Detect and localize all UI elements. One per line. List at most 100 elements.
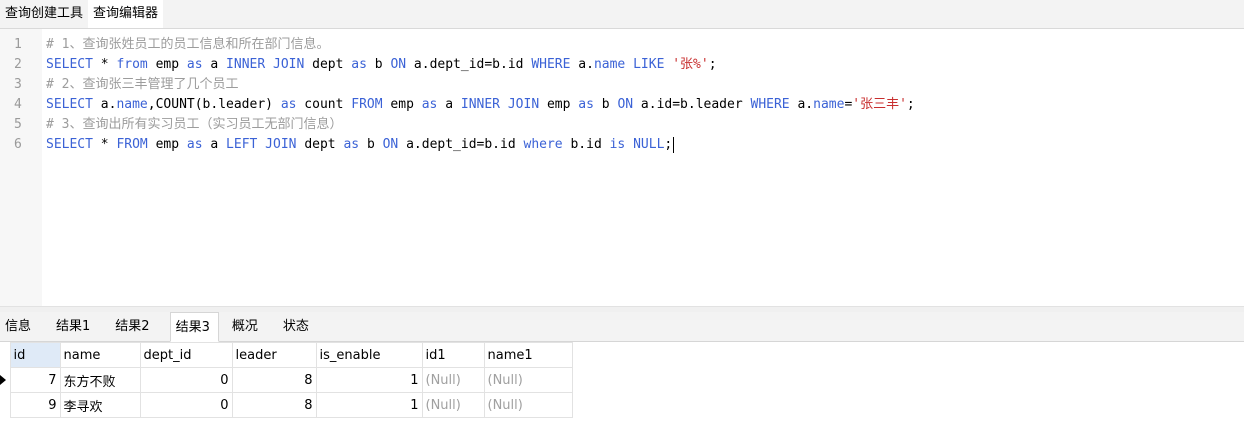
sql-text: emp [539,97,579,112]
sql-keyword: as [186,137,203,152]
table-cell-name[interactable]: 东方不败 [59,367,141,393]
sql-keyword: SELECT [46,57,93,72]
table-cell-dept-id[interactable]: 0 [139,392,233,418]
sql-text: emp [382,97,422,112]
sql-comment: # 3、查询出所有实习员工（实习员工无部门信息） [46,117,343,132]
code-text: # 2、查询张三丰管理了几个员工 [46,75,238,95]
result-tab-4[interactable]: 概况 [227,312,266,341]
row-indicator-header [0,342,10,368]
sql-keyword: INNER JOIN [226,57,305,72]
result-tab-0[interactable]: 信息 [0,312,39,341]
line-number: 3 [14,77,22,92]
sql-text: emp [147,137,187,152]
sql-keyword: SELECT [46,137,93,152]
line-number: 4 [14,97,22,112]
table-cell-name[interactable]: 李寻欢 [59,392,141,418]
line-number: 6 [14,137,22,152]
column-header-name1[interactable]: name1 [483,342,573,368]
sql-keyword: as [280,97,297,112]
column-header-is-enable[interactable]: is_enable [315,342,423,368]
sql-keyword: INNER JOIN [460,97,540,112]
code-text: SELECT a.name,COUNT(b.leader) as count F… [46,95,915,115]
sql-text: dept [296,137,344,152]
sql-text: b [593,97,618,112]
sql-text: a.id=b.leader [633,97,751,112]
result-tab-2[interactable]: 结果2 [110,312,157,341]
column-header-leader[interactable]: leader [231,342,317,368]
sql-text: b.id [562,137,610,152]
sql-keyword: name [593,57,626,72]
current-row-arrow-icon [0,374,6,385]
sql-text: a. [92,97,117,112]
table-cell-leader[interactable]: 8 [231,367,317,393]
table-cell-name1[interactable]: (Null) [483,367,573,393]
column-header-dept-id[interactable]: dept_id [139,342,233,368]
result-tab-strip: 信息 结果1 结果2 结果3 概况 状态 [0,312,1244,342]
sql-keyword: name [116,97,148,112]
table-cell-is-enable[interactable]: 1 [315,392,423,418]
table-cell-id[interactable]: 9 [9,392,61,418]
sql-text: b [366,57,391,72]
column-header-name[interactable]: name [59,342,141,368]
sql-text: a. [789,97,814,112]
sql-keyword: WHERE [750,97,790,112]
table-cell-id[interactable]: 7 [9,367,61,393]
sql-keyword: ON [382,137,399,152]
sql-keyword: name [813,97,845,112]
tab-query-editor[interactable]: 查询编辑器 [88,0,164,28]
sql-keyword: WHERE [531,57,571,72]
text-cursor [673,136,675,153]
sql-keyword: as [186,57,203,72]
result-grid[interactable]: id name dept_id leader is_enable id1 name1 7 东方… [0,342,573,418]
sql-text: dept [304,57,352,72]
table-cell-name1[interactable]: (Null) [483,392,573,418]
sql-keyword: ON [617,97,634,112]
result-tab-5[interactable]: 状态 [278,312,317,341]
tab-query-builder[interactable]: 查询创建工具 [0,0,88,28]
sql-text: a [437,97,461,112]
result-tab-1[interactable]: 结果1 [51,312,98,341]
sql-keyword: from [116,57,148,72]
sql-text: * [92,137,117,152]
sql-keyword: SELECT [46,97,93,112]
sql-keyword: as [351,57,367,72]
sql-string: '张三丰' [852,97,907,112]
sql-keyword: FROM [351,97,383,112]
line-number: 2 [14,57,22,72]
sql-text: b [359,137,383,152]
table-cell-id1[interactable]: (Null) [421,392,485,418]
sql-string: '张%' [672,57,709,72]
sql-keyword: ON [390,57,407,72]
code-text: # 1、查询张姓员工的员工信息和所在部门信息。 [46,35,329,55]
sql-keyword: as [421,97,438,112]
sql-text: a.dept_id=b.id [398,137,524,152]
query-tab-strip: 查询创建工具 查询编辑器 [0,0,1244,29]
sql-text: * [92,57,117,72]
column-header-id[interactable]: id [9,342,61,368]
sql-keyword: as [578,97,594,112]
sql-text: count [296,97,352,112]
sql-text: ; [664,137,673,152]
result-tab-3[interactable]: 结果3 [169,312,219,342]
table-row[interactable]: 9 李寻欢 0 8 1 (Null) (Null) [0,392,573,418]
sql-text: ,COUNT(b.leader) [147,97,281,112]
line-number: 5 [14,117,22,132]
sql-keyword: LEFT JOIN [226,137,297,152]
column-header-id1[interactable]: id1 [421,342,485,368]
sql-keyword: NULL [633,137,665,152]
table-row[interactable]: 7 东方不败 0 8 1 (Null) (Null) [0,367,573,393]
sql-comment: # 2、查询张三丰管理了几个员工 [46,77,239,92]
row-indicator [0,368,10,393]
sql-text: emp [147,57,187,72]
sql-text: a [202,57,227,72]
sql-text: a. [570,57,594,72]
sql-text: ; [708,57,717,72]
table-cell-is-enable[interactable]: 1 [315,367,423,393]
table-cell-dept-id[interactable]: 0 [139,367,233,393]
sql-keyword: FROM [116,137,148,152]
table-cell-leader[interactable]: 8 [231,392,317,418]
table-cell-id1[interactable]: (Null) [421,367,485,393]
sql-editor[interactable]: 1 # 1、查询张姓员工的员工信息和所在部门信息。 2 SELECT * from e… [0,29,1244,306]
